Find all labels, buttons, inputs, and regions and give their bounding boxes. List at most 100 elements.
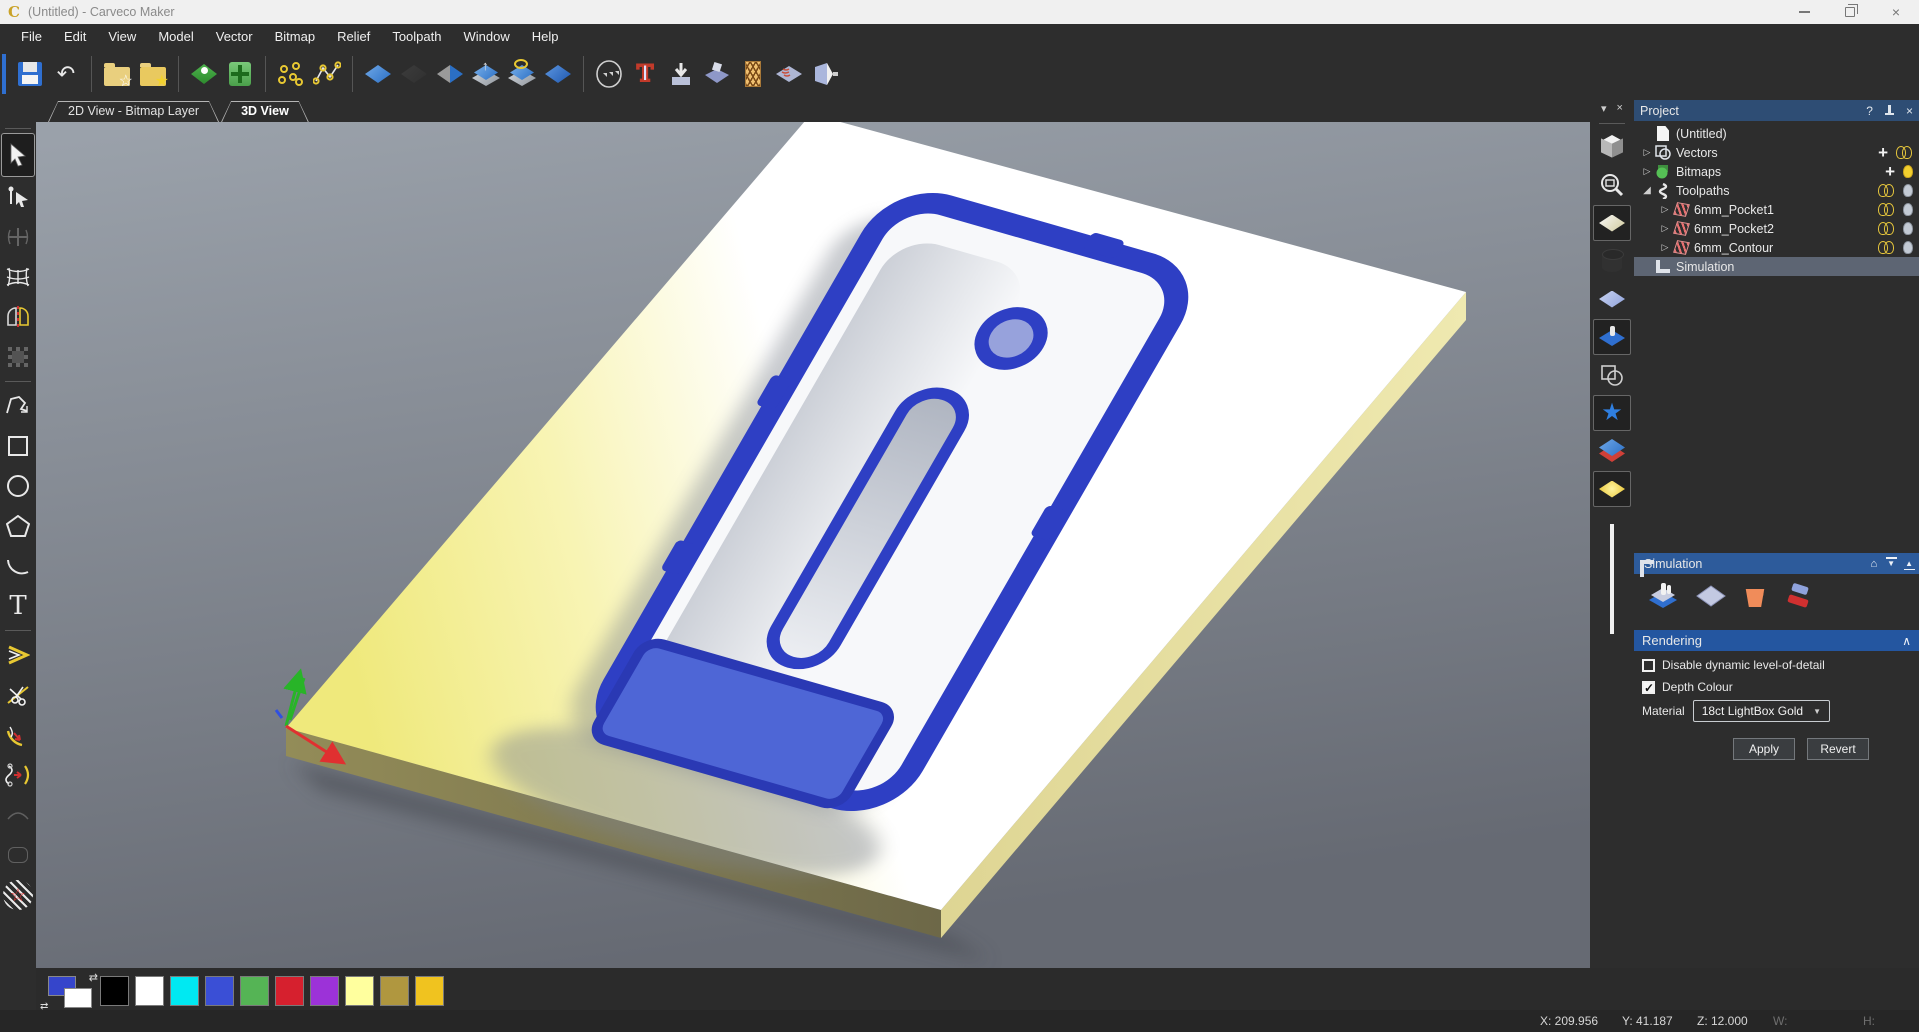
relief-smooth-button[interactable]: [360, 54, 396, 94]
scale-relief-button[interactable]: [591, 54, 627, 94]
simulation-slider[interactable]: [1610, 524, 1614, 634]
stamp-relief-button[interactable]: [699, 54, 735, 94]
expander-icon[interactable]: ▷: [1640, 166, 1654, 177]
star-relief-button[interactable]: ★: [1593, 395, 1631, 431]
texture-relief-button[interactable]: [771, 54, 807, 94]
palette-swatch-blue[interactable]: [205, 976, 234, 1006]
panel-close-icon[interactable]: ×: [1906, 104, 1913, 118]
expander-icon[interactable]: ▷: [1658, 223, 1672, 234]
palette-swatch-red[interactable]: [275, 976, 304, 1006]
select-tool[interactable]: [1, 133, 35, 177]
preview-relief-button[interactable]: [807, 54, 843, 94]
point-cloud-button[interactable]: [273, 54, 309, 94]
layers-button[interactable]: [1593, 433, 1631, 469]
expander-icon[interactable]: ▷: [1658, 242, 1672, 253]
delete-simulation-icon[interactable]: [1744, 585, 1766, 607]
apply-button[interactable]: Apply: [1733, 738, 1795, 760]
material-block-button[interactable]: [1593, 205, 1631, 241]
toolpath-2d-visibility-icon[interactable]: [1878, 203, 1895, 217]
menu-window[interactable]: Window: [452, 24, 520, 48]
tab-3d-view[interactable]: 3D View: [221, 101, 309, 122]
palette-swatch-white[interactable]: [135, 976, 164, 1006]
toolpath-3d-visibility-icon[interactable]: [1903, 203, 1913, 216]
menu-toolpath[interactable]: Toolpath: [381, 24, 452, 48]
shade-down-icon[interactable]: ▼: [1887, 559, 1895, 568]
text-relief-button[interactable]: T: [627, 54, 663, 94]
polyline-tool[interactable]: [1, 386, 35, 426]
swap-colours-icon[interactable]: ⇄: [89, 971, 98, 984]
flat-plane-icon[interactable]: [1696, 584, 1726, 608]
save-model-button[interactable]: ★: [135, 54, 171, 94]
primary-secondary-colours[interactable]: ⇄ ⇄: [48, 976, 94, 1008]
undo-button[interactable]: ↶: [48, 54, 84, 94]
rotary-block-button[interactable]: [1593, 243, 1631, 279]
menu-edit[interactable]: Edit: [53, 24, 97, 48]
depth-colour-checkbox[interactable]: ✓: [1642, 681, 1655, 694]
view-orientation-button[interactable]: [1593, 129, 1631, 165]
disable-lod-checkbox[interactable]: [1642, 659, 1655, 672]
relief-mirror-button[interactable]: [432, 54, 468, 94]
toolpath-3d-visibility-icon[interactable]: [1903, 222, 1913, 235]
simulation-section-header[interactable]: Simulation ⌂ ▼ ▲: [1634, 553, 1919, 574]
add-bitmaps-icon[interactable]: +: [1885, 163, 1895, 180]
tree-item-toolpath-pocket1[interactable]: ▷ 6mm_Pocket1: [1634, 200, 1919, 219]
texture-stamp-tool[interactable]: ☆: [1, 875, 35, 915]
add-relief-button[interactable]: [222, 54, 258, 94]
toolpaths-2d-visibility-icon[interactable]: [1878, 184, 1895, 198]
expander-icon[interactable]: ▷: [1658, 204, 1672, 215]
panel-close-icon[interactable]: ×: [1617, 102, 1623, 115]
zoom-box-button[interactable]: [1593, 167, 1631, 203]
palette-swatch-green[interactable]: [240, 976, 269, 1006]
text-tool[interactable]: T: [1, 586, 35, 626]
shade-up-icon[interactable]: ▲: [1905, 559, 1913, 568]
relief-select-button[interactable]: [504, 54, 540, 94]
help-icon[interactable]: ?: [1866, 104, 1873, 118]
gold-block-button[interactable]: [1593, 471, 1631, 507]
shape-outline-button[interactable]: [1593, 357, 1631, 393]
join-vectors-tool[interactable]: [1, 755, 35, 795]
tree-item-untitled[interactable]: (Untitled): [1634, 124, 1919, 143]
home-icon[interactable]: ⌂: [1871, 558, 1878, 570]
toolpaths-3d-visibility-icon[interactable]: [1903, 184, 1913, 197]
fillet-tool[interactable]: [1, 715, 35, 755]
palette-swatch-black[interactable]: [100, 976, 129, 1006]
pin-icon[interactable]: [1885, 105, 1894, 116]
viewport-3d[interactable]: [36, 122, 1590, 968]
toolpath-2d-visibility-icon[interactable]: [1878, 222, 1895, 236]
toolbar-grip[interactable]: [2, 54, 6, 94]
tree-item-vectors[interactable]: ▷ Vectors +: [1634, 143, 1919, 162]
tree-item-toolpaths[interactable]: ◢ Toolpaths: [1634, 181, 1919, 200]
close-button[interactable]: ×: [1873, 0, 1919, 24]
crop-tool[interactable]: [1, 337, 35, 377]
menu-relief[interactable]: Relief: [326, 24, 381, 48]
transform-tool[interactable]: [1, 217, 35, 257]
add-vectors-icon[interactable]: +: [1878, 144, 1888, 161]
menu-vector[interactable]: Vector: [205, 24, 264, 48]
arc-tool[interactable]: [1, 546, 35, 586]
menu-model[interactable]: Model: [147, 24, 204, 48]
mirror-tool[interactable]: [1, 297, 35, 337]
menu-bitmap[interactable]: Bitmap: [264, 24, 326, 48]
expander-icon[interactable]: ▷: [1640, 147, 1654, 158]
tree-item-toolpath-contour[interactable]: ▷ 6mm_Contour: [1634, 238, 1919, 257]
collapse-icon[interactable]: ∧: [1902, 634, 1911, 648]
palette-swatch-cyan[interactable]: [170, 976, 199, 1006]
palette-swatch-olive[interactable]: [380, 976, 409, 1006]
save-button[interactable]: [12, 54, 48, 94]
menu-view[interactable]: View: [97, 24, 147, 48]
eraser-icon[interactable]: [1784, 583, 1814, 609]
trim-tool[interactable]: [1, 675, 35, 715]
minimize-button[interactable]: [1781, 0, 1827, 24]
distort-tool[interactable]: [1, 257, 35, 297]
palette-swatch-amber[interactable]: [415, 976, 444, 1006]
palette-swatch-pale-yellow[interactable]: [345, 976, 374, 1006]
circle-tool[interactable]: [1, 466, 35, 506]
tree-item-toolpath-pocket2[interactable]: ▷ 6mm_Pocket2: [1634, 219, 1919, 238]
relief-gem-button[interactable]: [540, 54, 576, 94]
expander-icon[interactable]: ◢: [1640, 185, 1654, 196]
toolpath-3d-visibility-icon[interactable]: [1903, 241, 1913, 254]
panel-menu-icon[interactable]: ▾: [1601, 102, 1607, 115]
polyline-nodes-button[interactable]: [309, 54, 345, 94]
material-dropdown[interactable]: 18ct LightBox Gold ▼: [1693, 700, 1830, 722]
toolpath-2d-visibility-icon[interactable]: [1878, 241, 1895, 255]
